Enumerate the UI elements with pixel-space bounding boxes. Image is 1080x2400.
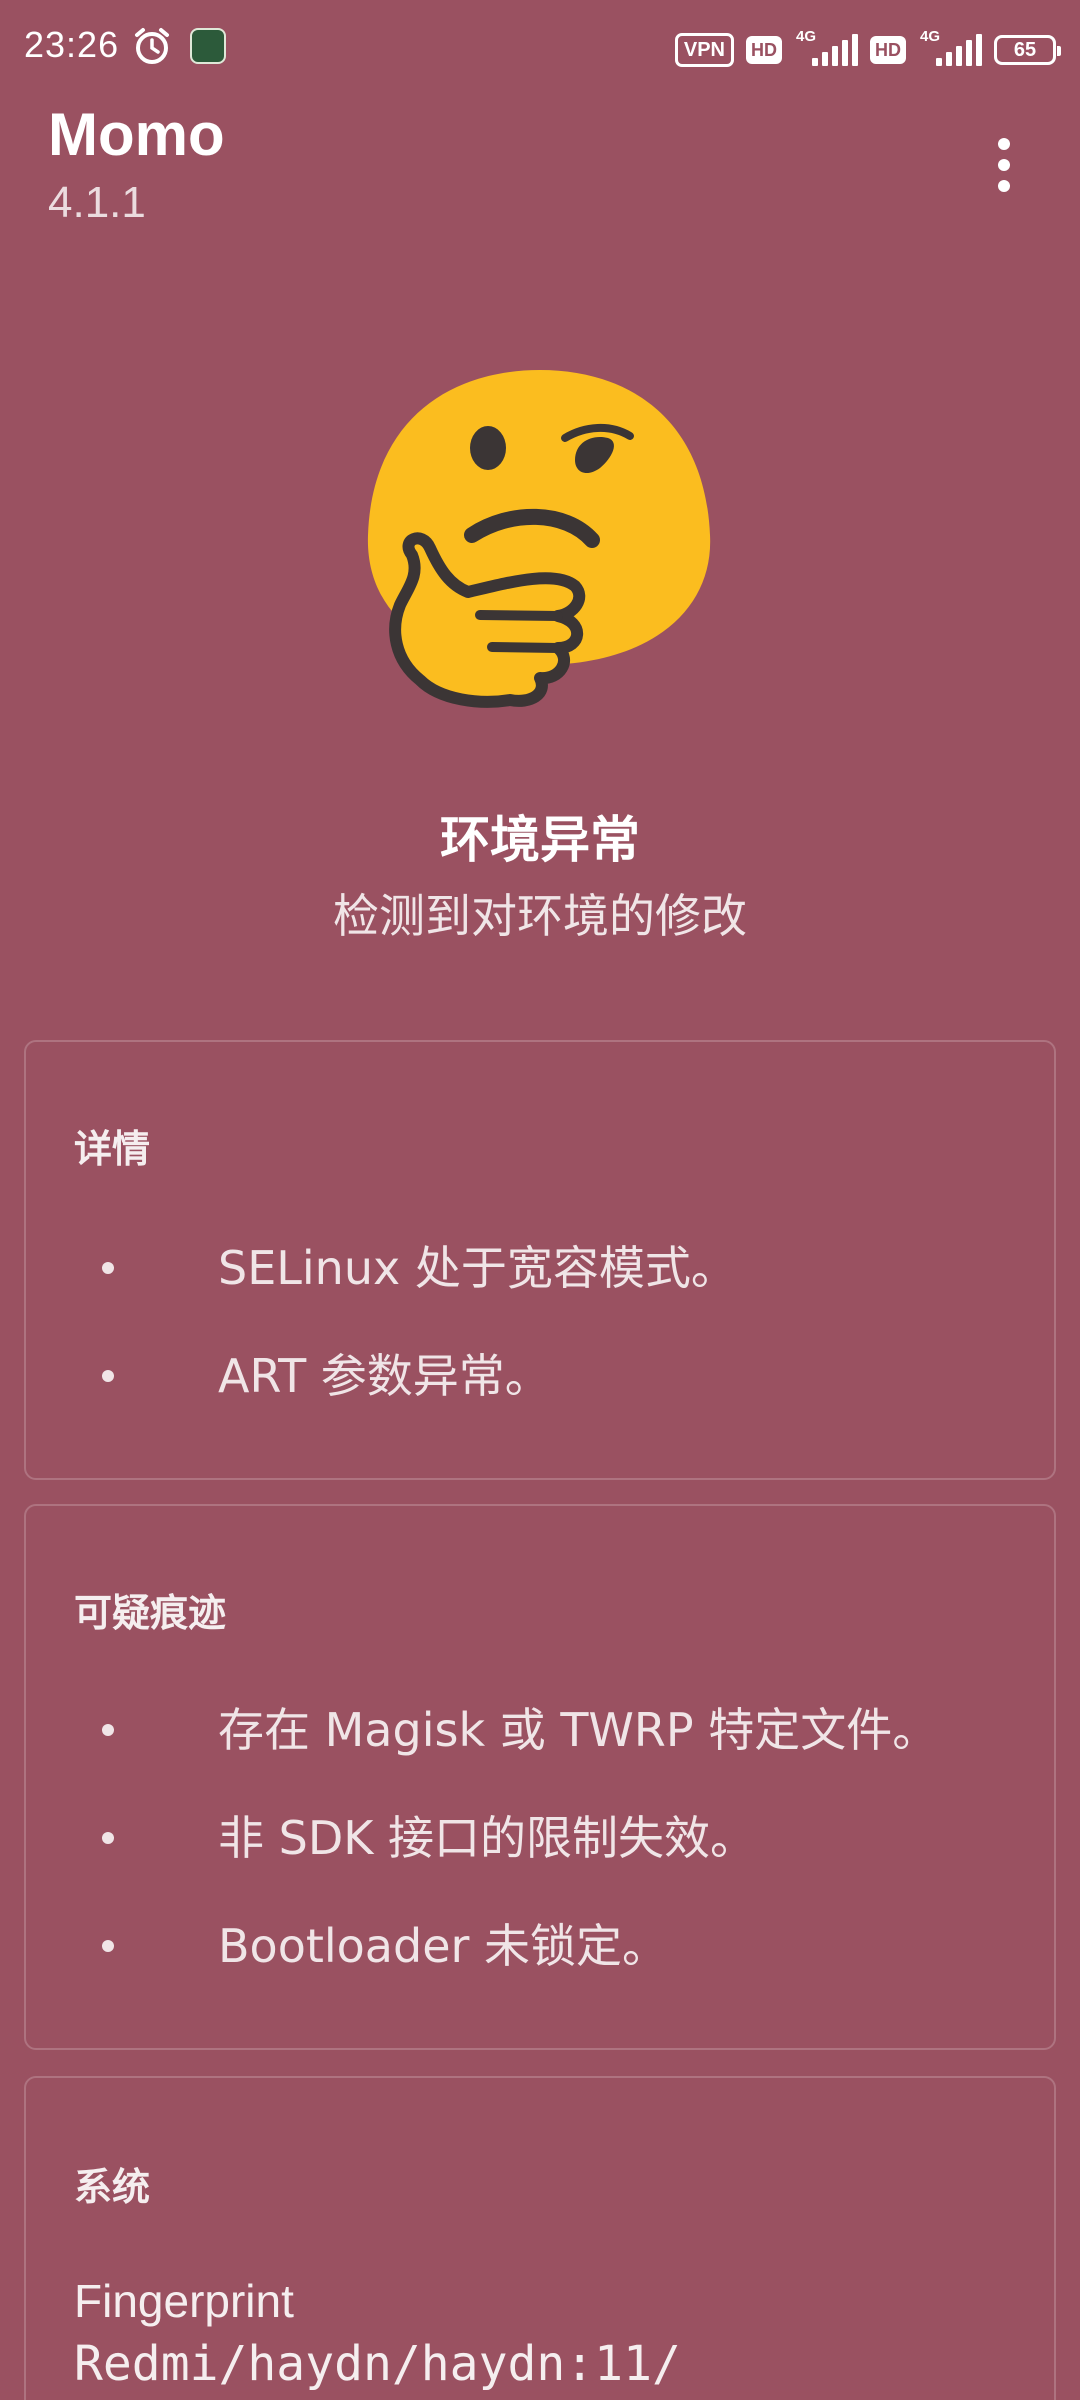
fingerprint-label: Fingerprint xyxy=(74,2275,294,2327)
signal-icon: 4G xyxy=(794,28,858,68)
battery-icon: 65 xyxy=(994,35,1061,65)
fingerprint-value: Redmi/haydn/haydn:11/ xyxy=(74,2336,681,2392)
signal-icon-2: 4G xyxy=(918,28,982,68)
list-item: ART 参数异常。 xyxy=(26,1346,1026,1406)
app-title: Momo xyxy=(48,101,225,168)
card-title: 详情 xyxy=(74,1127,151,1171)
list-item: SELinux 处于宽容模式。 xyxy=(26,1238,1026,1298)
status-indicators: VPN HD 4G HD 4G 65 xyxy=(674,28,1061,70)
system-card: 系统 Fingerprint Redmi/haydn/haydn:11/ xyxy=(24,2076,1056,2400)
card-title: 系统 xyxy=(74,2165,151,2209)
environment-status-subtitle: 检测到对环境的修改 xyxy=(333,889,747,943)
hd-icon: HD xyxy=(746,36,782,64)
suspicious-traces-card: 可疑痕迹 存在 Magisk 或 TWRP 特定文件。 非 SDK 接口的限制失… xyxy=(24,1504,1056,2050)
list-item: 存在 Magisk 或 TWRP 特定文件。 xyxy=(26,1700,1026,1760)
hd-icon-2: HD xyxy=(870,36,906,64)
more-options-icon[interactable] xyxy=(984,130,1024,200)
environment-status-title: 环境异常 xyxy=(440,811,640,869)
vpn-icon: VPN xyxy=(674,33,734,67)
status-time: 23:26 xyxy=(24,24,120,65)
list-item: Bootloader 未锁定。 xyxy=(26,1916,1026,1976)
bullet-icon xyxy=(102,1832,114,1844)
battery-level: 65 xyxy=(1013,38,1037,61)
screen: 23:26 VPN HD 4G HD 4G 65 Momo 4.1.1 环境异常… xyxy=(0,0,1080,2400)
thinking-face-icon xyxy=(367,370,711,708)
list-item-text: ART 参数异常。 xyxy=(218,1349,551,1403)
app-version: 4.1.1 xyxy=(48,178,146,227)
list-item-text: Bootloader 未锁定。 xyxy=(218,1919,669,1973)
list-item: 非 SDK 接口的限制失效。 xyxy=(26,1808,1026,1868)
list-item-text: 存在 Magisk 或 TWRP 特定文件。 xyxy=(218,1703,939,1757)
bullet-icon xyxy=(102,1262,114,1274)
card-title: 可疑痕迹 xyxy=(74,1591,227,1635)
list-item-text: 非 SDK 接口的限制失效。 xyxy=(218,1811,757,1865)
bullet-icon xyxy=(102,1940,114,1952)
alarm-icon xyxy=(135,28,169,64)
bullet-icon xyxy=(102,1724,114,1736)
details-card: 详情 SELinux 处于宽容模式。 ART 参数异常。 xyxy=(24,1040,1056,1480)
status-bar: 23:26 VPN HD 4G HD 4G 65 xyxy=(0,0,1080,96)
bullet-icon xyxy=(102,1370,114,1382)
list-item-text: SELinux 处于宽容模式。 xyxy=(218,1241,737,1295)
notification-app-icon xyxy=(190,28,226,64)
